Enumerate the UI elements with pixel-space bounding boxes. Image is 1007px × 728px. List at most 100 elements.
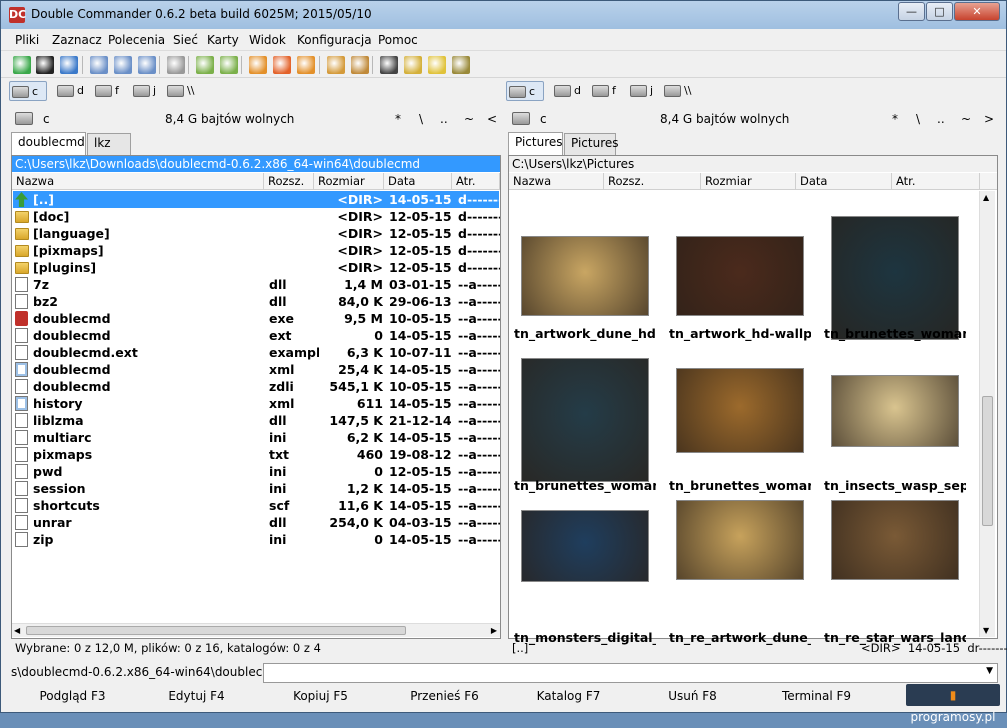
- drive-button-c[interactable]: c: [9, 81, 47, 101]
- right-path[interactable]: C:\Users\lkz\Pictures: [509, 156, 997, 172]
- drive-button-c[interactable]: c: [506, 81, 544, 101]
- file-row[interactable]: [..] <DIR> 14-05-15 d-------: [13, 191, 500, 208]
- thumbnail-image[interactable]: [521, 358, 649, 482]
- file-row[interactable]: session ini 1,2 K 14-05-15 --a-----: [13, 480, 500, 497]
- root-dir-button[interactable]: \: [419, 112, 423, 126]
- plugin-add-icon[interactable]: [249, 56, 267, 74]
- brief-view-icon[interactable]: [90, 56, 108, 74]
- thumbnail-label[interactable]: tn_monsters_digital_...: [514, 630, 656, 645]
- thumbnail-label[interactable]: tn_artwork_dune_hd-...: [514, 326, 656, 341]
- thumbnail-label[interactable]: tn_artwork_hd-wallp...: [669, 326, 811, 341]
- unpack-icon[interactable]: [351, 56, 369, 74]
- plugin-config-icon[interactable]: [297, 56, 315, 74]
- thumbnail-view-icon[interactable]: [138, 56, 156, 74]
- thumbnail-image[interactable]: [831, 216, 959, 340]
- scroll-down-icon[interactable]: ▼: [983, 626, 989, 635]
- thumbnail-image[interactable]: [831, 375, 959, 447]
- file-row[interactable]: doublecmd ext 0 14-05-15 --a-----: [13, 327, 500, 344]
- terminal-icon[interactable]: [36, 56, 54, 74]
- root-dir-button[interactable]: \: [916, 112, 920, 126]
- menu-commands[interactable]: Polecenia: [108, 33, 165, 47]
- thumbnail-label[interactable]: tn_brunettes_woman...: [514, 478, 656, 493]
- thumbnail-image[interactable]: [831, 500, 959, 580]
- menu-network[interactable]: Sieć: [173, 33, 198, 47]
- scroll-thumb[interactable]: [982, 396, 993, 526]
- column-header-date[interactable]: Data: [796, 173, 892, 190]
- thumbnail-label[interactable]: tn_insects_wasp_sepi...: [824, 478, 966, 493]
- menu-tabs[interactable]: Karty: [207, 33, 239, 47]
- left-drive-letter[interactable]: c: [43, 112, 50, 126]
- file-row[interactable]: [language] <DIR> 12-05-15 d-------: [13, 225, 500, 242]
- search-icon[interactable]: [380, 56, 398, 74]
- file-row[interactable]: doublecmd zdli 545,1 K 10-05-15 --a-----: [13, 378, 500, 395]
- file-row[interactable]: [pixmaps] <DIR> 12-05-15 d-------: [13, 242, 500, 259]
- column-header-name[interactable]: Nazwa: [509, 173, 604, 190]
- file-row[interactable]: doublecmd exe 9,5 M 10-05-15 --a-----: [13, 310, 500, 327]
- drive-button-f[interactable]: f: [590, 81, 622, 101]
- file-row[interactable]: shortcuts scf 11,6 K 14-05-15 --a-----: [13, 497, 500, 514]
- fkey-mkdir-button[interactable]: Katalog F7: [506, 689, 631, 707]
- minimize-button[interactable]: —: [898, 2, 925, 21]
- parent-dir-button[interactable]: ..: [937, 112, 945, 126]
- maximize-button[interactable]: □: [926, 2, 953, 21]
- plugin-remove-icon[interactable]: [273, 56, 291, 74]
- fkey-move-button[interactable]: Przenieś F6: [382, 689, 507, 707]
- file-row[interactable]: liblzma dll 147,5 K 21-12-14 --a-----: [13, 412, 500, 429]
- file-row[interactable]: [doc] <DIR> 12-05-15 d-------: [13, 208, 500, 225]
- menu-help[interactable]: Pomoc: [378, 33, 418, 47]
- fkey-delete-button[interactable]: Usuń F8: [630, 689, 755, 707]
- file-row[interactable]: 7z dll 1,4 M 03-01-15 --a-----: [13, 276, 500, 293]
- drive-button-f[interactable]: f: [93, 81, 125, 101]
- sync-dirs-icon[interactable]: [428, 56, 446, 74]
- full-view-icon[interactable]: [114, 56, 132, 74]
- file-row[interactable]: pwd ini 0 12-05-15 --a-----: [13, 463, 500, 480]
- tab-pictures[interactable]: Pictures: [508, 132, 563, 155]
- copy-left-icon[interactable]: [196, 56, 214, 74]
- file-row[interactable]: pixmaps txt 460 19-08-12 --a-----: [13, 446, 500, 463]
- menu-select[interactable]: Zaznacz: [52, 33, 102, 47]
- right-file-panel[interactable]: C:\Users\lkz\Pictures Nazwa Rozsz. Rozmiar…: [508, 155, 998, 645]
- compare-icon[interactable]: [452, 56, 470, 74]
- column-header-name[interactable]: Nazwa: [12, 173, 264, 190]
- thumbnail-image[interactable]: [676, 500, 804, 580]
- column-header-attr[interactable]: Atr.: [452, 173, 500, 190]
- menu-view[interactable]: Widok: [249, 33, 286, 47]
- right-vertical-scrollbar[interactable]: ▲ ▼: [979, 191, 995, 637]
- drive-button-network[interactable]: \\: [662, 81, 694, 101]
- home-dir-button[interactable]: ~: [464, 112, 474, 126]
- root-button[interactable]: *: [892, 112, 898, 126]
- chevron-down-icon[interactable]: ▼: [986, 666, 993, 676]
- file-row[interactable]: doublecmd.ext example 6,3 K 10-07-11 --a----…: [13, 344, 500, 361]
- drive-button-j[interactable]: j: [628, 81, 660, 101]
- column-header-size[interactable]: Rozmiar: [314, 173, 384, 190]
- thumbnail-label[interactable]: tn_re_artwork_dune_...: [669, 630, 811, 645]
- thumbnail-image[interactable]: [521, 510, 649, 582]
- column-header-ext[interactable]: Rozsz.: [604, 173, 701, 190]
- tree-icon[interactable]: [167, 56, 185, 74]
- menu-config[interactable]: Konfiguracja: [297, 33, 372, 47]
- left-file-panel[interactable]: C:\Users\lkz\Downloads\doublecmd-0.6.2.x…: [11, 155, 501, 639]
- column-header-date[interactable]: Data: [384, 173, 452, 190]
- file-row[interactable]: unrar dll 254,0 K 04-03-15 --a-----: [13, 514, 500, 531]
- drive-icon[interactable]: [15, 112, 33, 125]
- drive-button-d[interactable]: d: [552, 81, 584, 101]
- file-row[interactable]: bz2 dll 84,0 K 29-06-13 --a-----: [13, 293, 500, 310]
- scroll-thumb[interactable]: [26, 626, 406, 635]
- fkey-terminal-button[interactable]: Terminal F9: [754, 689, 879, 707]
- thumbnail-image[interactable]: [521, 236, 649, 316]
- left-path[interactable]: C:\Users\lkz\Downloads\doublecmd-0.6.2.x…: [12, 156, 500, 172]
- settings-icon[interactable]: [60, 56, 78, 74]
- fkey-view-button[interactable]: Podgląd F3: [10, 689, 135, 707]
- file-row[interactable]: zip ini 0 14-05-15 --a-----: [13, 531, 500, 548]
- scroll-right-icon[interactable]: ▶: [491, 626, 497, 635]
- thumbnail-label[interactable]: tn_brunettes_woman...: [669, 478, 811, 493]
- title-bar[interactable]: DC Double Commander 0.6.2 beta build 602…: [1, 1, 1006, 29]
- file-row[interactable]: history xml 611 14-05-15 --a-----: [13, 395, 500, 412]
- column-header-ext[interactable]: Rozsz.: [264, 173, 314, 190]
- tab-doublecmd[interactable]: doublecmd: [11, 132, 86, 155]
- parent-dir-button[interactable]: ..: [440, 112, 448, 126]
- left-horizontal-scrollbar[interactable]: ◀ ▶: [12, 623, 500, 637]
- column-header-size[interactable]: Rozmiar: [701, 173, 796, 190]
- close-button[interactable]: ✕: [954, 2, 1000, 21]
- file-row[interactable]: doublecmd xml 25,4 K 14-05-15 --a-----: [13, 361, 500, 378]
